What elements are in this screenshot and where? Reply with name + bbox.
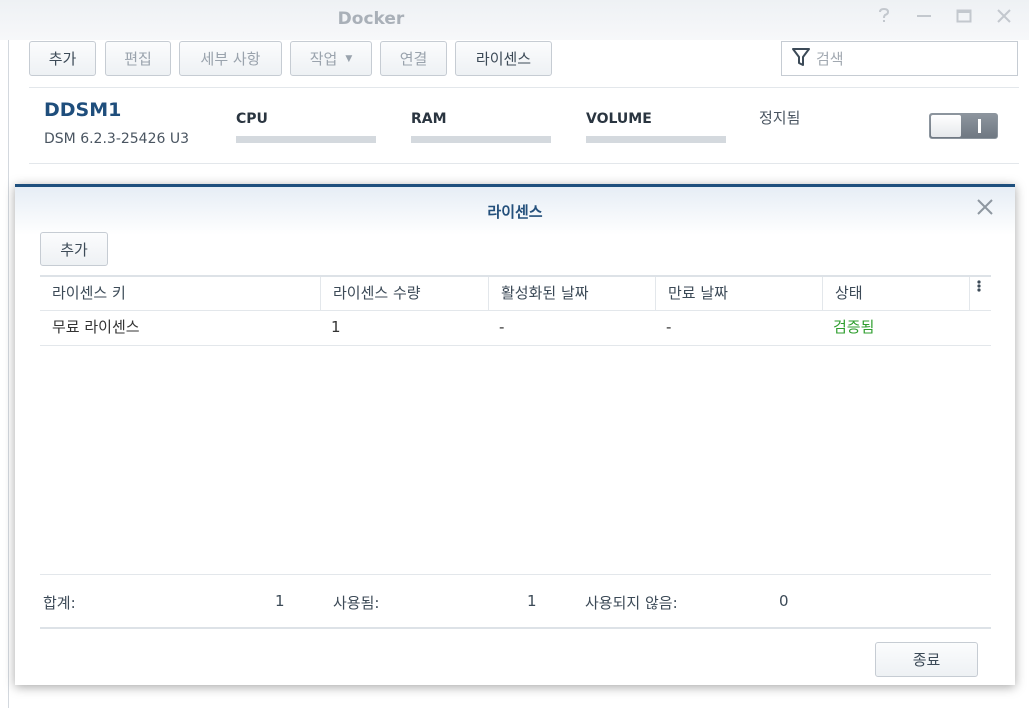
minimize-icon[interactable]: [912, 8, 936, 29]
summary-top-divider: [40, 574, 991, 575]
used-label: 사용됨:: [333, 594, 380, 612]
dialog-title: 라이센스: [487, 203, 543, 221]
close-icon[interactable]: [992, 8, 1016, 29]
toggle-knob: [931, 115, 961, 137]
table-row[interactable]: 무료 라이센스 1 - - 검증됨: [40, 311, 991, 346]
add-button[interactable]: 추가: [29, 41, 96, 76]
unused-value: 0: [779, 592, 789, 610]
filter-icon: [792, 47, 810, 71]
column-status[interactable]: 상태: [823, 277, 969, 311]
connect-button[interactable]: 연결: [380, 41, 447, 76]
cell-status: 검증됨: [833, 318, 875, 336]
column-license-quantity[interactable]: 라이센스 수량: [321, 277, 488, 311]
total-label: 합계:: [43, 594, 76, 612]
footer-divider: [40, 627, 991, 629]
cell-license-quantity: 1: [331, 318, 341, 336]
action-label: 작업: [309, 50, 338, 68]
caret-down-icon: ▼: [345, 53, 353, 64]
license-button[interactable]: 라이센스: [455, 41, 552, 76]
cell-expiry-date: -: [666, 318, 672, 336]
volume-label: VOLUME: [586, 111, 652, 127]
dialog-close-icon[interactable]: [973, 197, 997, 222]
volume-usage-bar: [586, 136, 726, 143]
container-row-divider: [29, 163, 1019, 164]
action-dropdown-button[interactable]: 작업 ▼: [290, 41, 372, 76]
dialog-header: 라이센스: [15, 187, 1015, 235]
container-name[interactable]: DDSM1: [44, 99, 121, 121]
used-value: 1: [527, 592, 537, 610]
table-header: 라이센스 키 라이센스 수량 활성화된 날짜 만료 날짜 상태: [40, 275, 991, 311]
title-bar: Docker: [0, 0, 1029, 40]
window-border: [8, 40, 9, 708]
dialog-close-button[interactable]: 종료: [875, 642, 978, 677]
ram-usage-bar: [411, 136, 551, 143]
window-title: Docker: [337, 9, 405, 29]
maximize-icon[interactable]: [952, 8, 976, 29]
ram-label: RAM: [411, 111, 447, 127]
details-button[interactable]: 세부 사항: [179, 41, 282, 76]
column-expiry-date[interactable]: 만료 날짜: [656, 277, 822, 311]
column-activation-date[interactable]: 활성화된 날짜: [489, 277, 655, 311]
unused-label: 사용되지 않음:: [585, 594, 678, 612]
search-input[interactable]: [816, 49, 996, 68]
edit-button[interactable]: 편집: [105, 41, 171, 76]
total-value: 1: [275, 592, 285, 610]
toggle-off-mark: [978, 119, 981, 133]
license-dialog: 라이센스 추가 라이센스 키 라이센스 수량 활성화된 날짜 만료 날짜 상태 …: [15, 184, 1015, 685]
dialog-add-button[interactable]: 추가: [40, 232, 108, 266]
toolbar-divider: [29, 87, 1019, 88]
container-status: 정지됨: [759, 109, 801, 127]
cell-activation-date: -: [499, 318, 505, 336]
container-version: DSM 6.2.3-25426 U3: [44, 131, 190, 147]
column-license-key[interactable]: 라이센스 키: [40, 277, 320, 311]
cell-license-key: 무료 라이센스: [52, 318, 140, 336]
container-power-toggle[interactable]: [929, 113, 998, 139]
cpu-label: CPU: [236, 111, 268, 127]
search-box[interactable]: [781, 41, 1018, 76]
cpu-usage-bar: [236, 136, 376, 143]
help-icon[interactable]: [872, 7, 896, 29]
column-divider: [969, 277, 970, 311]
column-menu-icon[interactable]: [977, 279, 981, 297]
